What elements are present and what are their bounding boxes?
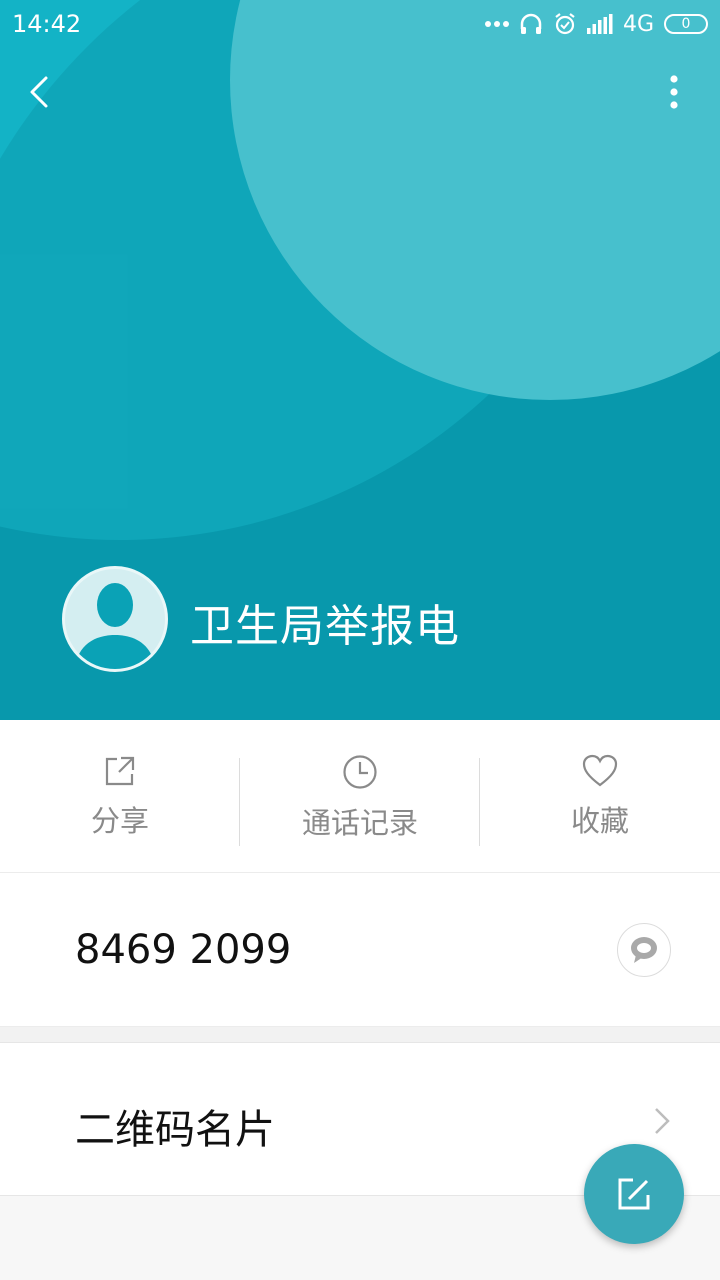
send-message-button[interactable] xyxy=(617,923,671,977)
status-time: 14:42 xyxy=(12,10,82,38)
call-log-button[interactable]: 通话记录 xyxy=(240,720,480,872)
edit-contact-button[interactable] xyxy=(584,1144,684,1244)
person-silhouette-icon xyxy=(75,583,155,669)
call-log-label: 通话记录 xyxy=(301,806,418,840)
alarm-icon xyxy=(555,13,575,35)
status-icons: 4G 0 xyxy=(484,11,708,37)
more-dots-icon xyxy=(484,21,509,27)
avatar[interactable] xyxy=(62,566,168,672)
headphones-icon xyxy=(520,13,542,34)
clock-icon xyxy=(343,755,377,789)
chevron-right-icon xyxy=(655,1108,670,1134)
heart-icon xyxy=(582,754,618,787)
edit-icon xyxy=(618,1178,650,1210)
phone-number: 8469 2099 xyxy=(75,927,292,973)
qr-card-label: 二维码名片 xyxy=(75,1107,275,1153)
back-arrow-icon[interactable] xyxy=(20,72,60,112)
message-bubble-icon xyxy=(631,937,657,963)
battery-icon: 0 xyxy=(664,14,708,34)
share-button[interactable]: 分享 xyxy=(0,720,240,872)
share-icon xyxy=(105,756,135,786)
section-gap xyxy=(0,1026,720,1042)
status-bar: 14:42 4G 0 xyxy=(0,0,720,48)
network-type: 4G xyxy=(622,11,654,37)
more-vertical-icon[interactable] xyxy=(658,72,690,112)
favorite-button[interactable]: 收藏 xyxy=(480,720,720,872)
signal-icon xyxy=(586,14,613,34)
share-label: 分享 xyxy=(90,804,149,838)
action-bar: 分享 通话记录 收藏 xyxy=(0,720,720,872)
favorite-label: 收藏 xyxy=(570,804,629,838)
contact-header: 14:42 4G 0 卫生局举报电 xyxy=(0,0,720,720)
battery-level: 0 xyxy=(681,16,691,32)
phone-number-row[interactable]: 8469 2099 xyxy=(0,872,720,1026)
contact-name: 卫生局举报电 xyxy=(190,601,460,652)
